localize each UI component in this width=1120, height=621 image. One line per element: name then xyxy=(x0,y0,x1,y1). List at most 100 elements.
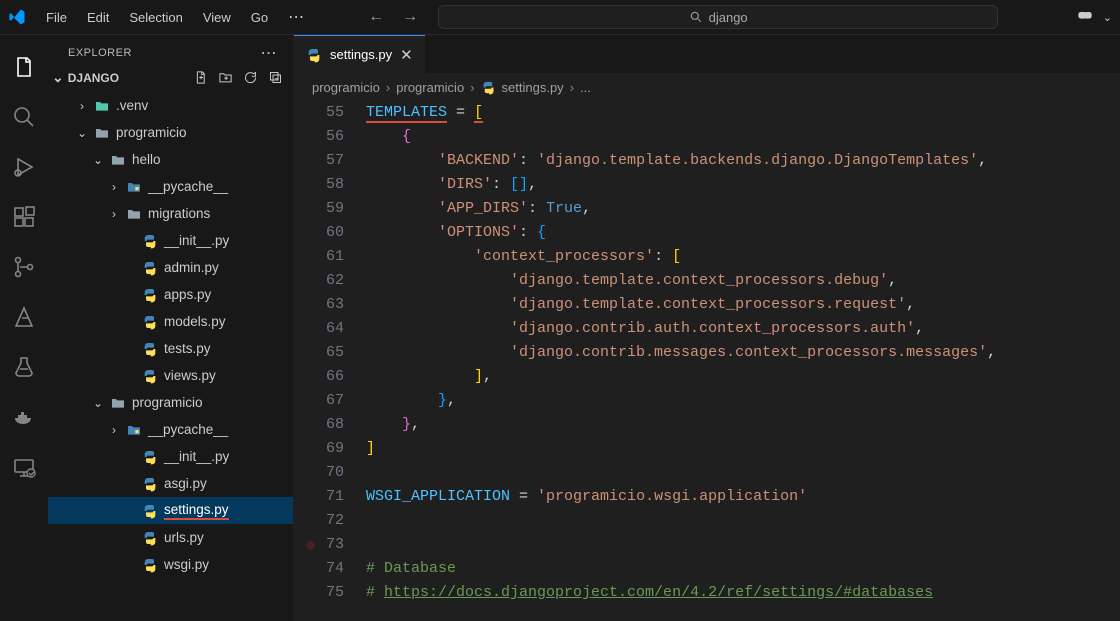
tree-item-wsgi-py[interactable]: wsgi.py xyxy=(48,551,293,578)
menu-go[interactable]: Go xyxy=(243,6,276,29)
code-line[interactable]: TEMPLATES = [ xyxy=(366,101,1120,125)
python-icon xyxy=(142,530,158,546)
code-line[interactable]: }, xyxy=(366,389,1120,413)
chevron-icon: ⌄ xyxy=(92,153,104,167)
testing-icon[interactable] xyxy=(12,355,36,379)
code-line[interactable] xyxy=(366,509,1120,533)
python-icon xyxy=(142,260,158,276)
code-line[interactable]: # Database xyxy=(366,557,1120,581)
code-line[interactable]: # https://docs.djangoproject.com/en/4.2/… xyxy=(366,581,1120,605)
menu-more[interactable]: ⋯ xyxy=(280,3,314,31)
docker-icon[interactable] xyxy=(12,405,36,429)
chevron-down-icon[interactable]: ⌄ xyxy=(1103,11,1112,24)
tree-item-hello[interactable]: ⌄hello xyxy=(48,146,293,173)
chevron-down-icon[interactable]: ⌄ xyxy=(52,69,64,86)
breadcrumb-item[interactable]: settings.py xyxy=(502,80,564,95)
tree-item-label: __init__.py xyxy=(164,233,229,248)
project-name: DJANGO xyxy=(68,71,119,85)
line-number: 64 xyxy=(294,317,344,341)
tree-item-migrations[interactable]: › migrations xyxy=(48,200,293,227)
tree-item-label: migrations xyxy=(148,206,210,221)
code-line[interactable]: 'django.contrib.messages.context_process… xyxy=(366,341,1120,365)
breadcrumb-item[interactable]: ... xyxy=(580,80,591,95)
remote-icon[interactable] xyxy=(12,455,36,479)
tree-item-tests-py[interactable]: tests.py xyxy=(48,335,293,362)
breadcrumb-item[interactable]: programicio xyxy=(312,80,380,95)
tab-label: settings.py xyxy=(330,47,392,62)
tree-item-programicio[interactable]: ⌄programicio xyxy=(48,119,293,146)
copilot-icon[interactable] xyxy=(1075,7,1095,27)
tree-item-label: programicio xyxy=(116,125,187,140)
breadcrumb[interactable]: programicio › programicio › settings.py … xyxy=(294,73,1120,101)
source-control-icon[interactable] xyxy=(12,255,36,279)
tree-item-settings-py[interactable]: settings.py xyxy=(48,497,293,524)
code-line[interactable]: 'APP_DIRS': True, xyxy=(366,197,1120,221)
tree-item--venv[interactable]: ›.venv xyxy=(48,92,293,119)
code-lines[interactable]: TEMPLATES = [ { 'BACKEND': 'django.templ… xyxy=(366,101,1120,621)
tree-item---init---py[interactable]: __init__.py xyxy=(48,227,293,254)
breadcrumb-item[interactable]: programicio xyxy=(396,80,464,95)
code-line[interactable]: 'django.template.context_processors.debu… xyxy=(366,269,1120,293)
menu-edit[interactable]: Edit xyxy=(79,6,117,29)
tree-item---pycache--[interactable]: ›__pycache__ xyxy=(48,173,293,200)
tree-item-programicio[interactable]: ⌄programicio xyxy=(48,389,293,416)
code-line[interactable]: WSGI_APPLICATION = 'programicio.wsgi.app… xyxy=(366,485,1120,509)
tree-item---pycache--[interactable]: ›__pycache__ xyxy=(48,416,293,443)
tree-item-apps-py[interactable]: apps.py xyxy=(48,281,293,308)
chevron-icon: › xyxy=(108,423,120,437)
tree-item-views-py[interactable]: views.py xyxy=(48,362,293,389)
line-number: 68 xyxy=(294,413,344,437)
tree-item-asgi-py[interactable]: asgi.py xyxy=(48,470,293,497)
line-gutter[interactable]: 5556575859606162636465666768697071727374… xyxy=(294,101,366,621)
new-folder-icon[interactable] xyxy=(218,70,233,85)
close-icon[interactable]: ✕ xyxy=(400,46,413,64)
code-line[interactable]: }, xyxy=(366,413,1120,437)
line-number: 58 xyxy=(294,173,344,197)
explorer-more-icon[interactable]: ⋯ xyxy=(261,43,278,63)
code-line[interactable] xyxy=(366,533,1120,557)
menu-file[interactable]: File xyxy=(38,6,75,29)
tree-item-label: views.py xyxy=(164,368,216,383)
code-line[interactable] xyxy=(366,461,1120,485)
nav-forward[interactable]: → xyxy=(402,8,418,26)
nav-back[interactable]: ← xyxy=(368,8,384,26)
search-icon[interactable] xyxy=(12,105,36,129)
code-line[interactable]: { xyxy=(366,125,1120,149)
code-line[interactable]: 'BACKEND': 'django.template.backends.dja… xyxy=(366,149,1120,173)
code-line[interactable]: 'OPTIONS': { xyxy=(366,221,1120,245)
debug-icon[interactable] xyxy=(12,155,36,179)
line-number: 70 xyxy=(294,461,344,485)
code-line[interactable]: 'django.template.context_processors.requ… xyxy=(366,293,1120,317)
tree-item-label: admin.py xyxy=(164,260,219,275)
tree-item---init---py[interactable]: __init__.py xyxy=(48,443,293,470)
explorer-icon[interactable] xyxy=(12,55,36,79)
line-number: 74 xyxy=(294,557,344,581)
code-editor[interactable]: 5556575859606162636465666768697071727374… xyxy=(294,101,1120,621)
code-line[interactable]: 'django.contrib.auth.context_processors.… xyxy=(366,317,1120,341)
chevron-icon: › xyxy=(108,207,120,221)
extensions-icon[interactable] xyxy=(12,205,36,229)
menu-view[interactable]: View xyxy=(195,6,239,29)
azure-icon[interactable] xyxy=(12,305,36,329)
tree-item-urls-py[interactable]: urls.py xyxy=(48,524,293,551)
tree-item-models-py[interactable]: models.py xyxy=(48,308,293,335)
breakpoint-icon[interactable] xyxy=(306,541,315,550)
collapse-all-icon[interactable] xyxy=(268,70,283,85)
code-line[interactable]: ], xyxy=(366,365,1120,389)
python-icon xyxy=(142,503,158,519)
python-icon xyxy=(481,80,496,95)
tree-item-label: settings.py xyxy=(164,502,229,520)
folder-cache-icon xyxy=(126,422,142,438)
menu-selection[interactable]: Selection xyxy=(121,6,190,29)
refresh-icon[interactable] xyxy=(243,70,258,85)
code-line[interactable]: ] xyxy=(366,437,1120,461)
new-file-icon[interactable] xyxy=(193,70,208,85)
file-tree[interactable]: ›.venv⌄programicio⌄hello›__pycache__›mig… xyxy=(48,92,293,621)
tab-settings-py[interactable]: settings.py ✕ xyxy=(294,35,425,73)
code-line[interactable]: 'context_processors': [ xyxy=(366,245,1120,269)
line-number: 57 xyxy=(294,149,344,173)
folder-cache-icon xyxy=(126,179,142,195)
tree-item-admin-py[interactable]: admin.py xyxy=(48,254,293,281)
code-line[interactable]: 'DIRS': [], xyxy=(366,173,1120,197)
command-center-search[interactable]: django xyxy=(438,5,998,29)
